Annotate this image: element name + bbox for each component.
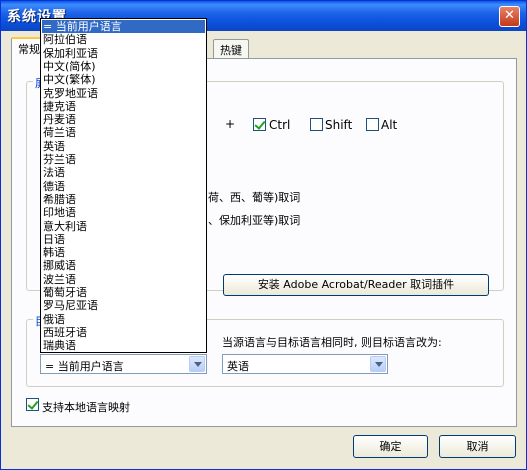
dropdown-item[interactable]: 中文(繁体) bbox=[42, 73, 205, 86]
dropdown-item[interactable]: 保加利亚语 bbox=[42, 47, 205, 60]
shift-label: Shift bbox=[325, 118, 353, 132]
dropdown-item[interactable]: 印地语 bbox=[42, 206, 205, 219]
dropdown-item[interactable]: 中文(简体) bbox=[42, 60, 205, 73]
language-dropdown-list[interactable]: = 当前用户语言 阿拉伯语 保加利亚语 中文(简体) 中文(繁体) 克罗地亚语 捷克语 丹麦语… bbox=[40, 18, 207, 353]
dropdown-item[interactable]: = 当前用户语言 bbox=[42, 20, 205, 33]
dropdown-item[interactable]: 意大利语 bbox=[42, 220, 205, 233]
dropdown-item[interactable]: 葡萄牙语 bbox=[42, 286, 205, 299]
ctrl-checkbox[interactable] bbox=[253, 118, 266, 131]
option-text-2: 、保加利亚等)取词 bbox=[208, 214, 301, 227]
source-language-value: = 当前用户语言 bbox=[45, 360, 124, 373]
dropdown-item[interactable]: 希腊语 bbox=[42, 193, 205, 206]
settings-dialog: 系统设置 ✕ 常规 热键 屏 + Ctrl Shift Alt 荷、西、葡等)取… bbox=[0, 0, 527, 470]
chevron-down-icon[interactable] bbox=[370, 356, 386, 372]
same-language-label: 当源语言与目标语言相同时, 则目标语言改为: bbox=[222, 336, 442, 349]
tab-hotkey[interactable]: 热键 bbox=[213, 39, 249, 59]
dropdown-item[interactable]: 德语 bbox=[42, 180, 205, 193]
dropdown-item[interactable]: 西班牙语 bbox=[42, 326, 205, 339]
dropdown-item[interactable]: 韩语 bbox=[42, 246, 205, 259]
ok-button[interactable]: 确定 bbox=[353, 435, 428, 458]
dropdown-item[interactable]: 英语 bbox=[42, 140, 205, 153]
close-button[interactable]: ✕ bbox=[499, 6, 520, 27]
ctrl-label: Ctrl bbox=[269, 118, 291, 132]
source-language-combo[interactable]: = 当前用户语言 bbox=[40, 354, 207, 374]
chevron-down-icon[interactable] bbox=[189, 356, 205, 372]
dropdown-item[interactable]: 挪威语 bbox=[42, 259, 205, 272]
dropdown-item[interactable]: 捷克语 bbox=[42, 100, 205, 113]
local-mapping-label: 支持本地语言映射 bbox=[42, 401, 130, 414]
alt-label: Alt bbox=[381, 118, 398, 132]
target-language-combo[interactable]: 英语 bbox=[222, 354, 388, 374]
dropdown-item[interactable]: 阿拉伯语 bbox=[42, 33, 205, 46]
dropdown-item[interactable]: 日语 bbox=[42, 233, 205, 246]
dropdown-item[interactable]: 波兰语 bbox=[42, 273, 205, 286]
dropdown-item[interactable]: 丹麦语 bbox=[42, 113, 205, 126]
dropdown-item[interactable]: 荷兰语 bbox=[42, 126, 205, 139]
dropdown-item[interactable]: 瑞典语 bbox=[42, 339, 205, 352]
cancel-button[interactable]: 取消 bbox=[439, 435, 516, 458]
option-text-1: 荷、西、葡等)取词 bbox=[208, 191, 301, 204]
dropdown-item[interactable]: 罗马尼亚语 bbox=[42, 299, 205, 312]
target-language-value: 英语 bbox=[227, 360, 249, 373]
dropdown-item[interactable]: 法语 bbox=[42, 166, 205, 179]
dropdown-item[interactable]: 芬兰语 bbox=[42, 153, 205, 166]
shift-checkbox[interactable] bbox=[310, 118, 323, 131]
alt-checkbox[interactable] bbox=[366, 118, 379, 131]
dropdown-item[interactable]: 克罗地亚语 bbox=[42, 87, 205, 100]
local-mapping-checkbox[interactable] bbox=[26, 398, 39, 411]
dropdown-item[interactable]: 俄语 bbox=[42, 313, 205, 326]
install-plugin-button[interactable]: 安装 Adobe Acrobat/Reader 取词插件 bbox=[223, 274, 489, 296]
plus-sign: + bbox=[225, 117, 236, 131]
